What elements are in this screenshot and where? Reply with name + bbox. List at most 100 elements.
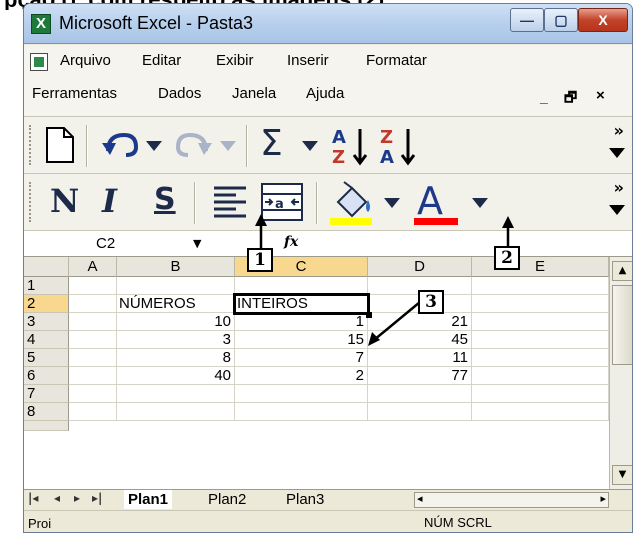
cell-c5[interactable]: 7	[235, 349, 368, 367]
doc-close-button[interactable]: ×	[596, 87, 605, 104]
grid-cell[interactable]	[472, 367, 609, 385]
cell-b2[interactable]: NÚMEROS	[117, 295, 235, 313]
insert-function-icon[interactable]: fx	[284, 234, 298, 250]
toolbar-grip[interactable]	[29, 182, 35, 222]
menu-janela[interactable]: Janela	[232, 85, 276, 102]
grid-cell[interactable]	[235, 385, 368, 403]
grid-cell[interactable]	[117, 385, 235, 403]
new-document-icon[interactable]	[44, 125, 76, 165]
cell-c3[interactable]: 1	[235, 313, 368, 331]
toolbar-grip[interactable]	[29, 125, 35, 165]
doc-minimize-button[interactable]: _	[540, 89, 548, 105]
vertical-scrollbar[interactable]: ▲ ▼	[609, 257, 632, 489]
grid-cell[interactable]	[472, 295, 609, 313]
underline-button[interactable]: S	[154, 182, 176, 217]
menu-arquivo[interactable]: Arquivo	[60, 52, 111, 69]
cell-b6[interactable]: 40	[117, 367, 235, 385]
prev-sheet-icon[interactable]: ◂	[54, 491, 60, 505]
vertical-scroll-thumb[interactable]	[612, 285, 632, 365]
grid-cell[interactable]	[69, 313, 117, 331]
grid-cell[interactable]	[472, 313, 609, 331]
grid-cell[interactable]	[69, 367, 117, 385]
grid-cell[interactable]	[472, 331, 609, 349]
next-sheet-icon[interactable]: ▸	[74, 491, 80, 505]
toolbar-options-dropdown-icon[interactable]	[608, 204, 626, 216]
italic-button[interactable]: I	[102, 182, 117, 220]
menu-ferramentas[interactable]: Ferramentas	[32, 85, 117, 102]
row-header-8[interactable]: 8	[24, 403, 69, 421]
grid-cell[interactable]	[69, 277, 117, 295]
menu-formatar[interactable]: Formatar	[366, 52, 427, 69]
doc-restore-button[interactable]: 🗗	[564, 87, 577, 111]
scroll-up-icon[interactable]: ▲	[612, 261, 632, 281]
scroll-right-icon[interactable]: ▸	[600, 492, 606, 505]
grid-cell[interactable]	[472, 277, 609, 295]
grid-cell[interactable]	[472, 349, 609, 367]
cell-d3[interactable]: 21	[368, 313, 472, 331]
name-box-dropdown-icon[interactable]: ▼	[193, 237, 201, 250]
grid-cell[interactable]	[472, 385, 609, 403]
grid-cell[interactable]	[69, 403, 117, 421]
toolbar-options-icon[interactable]: »	[614, 178, 624, 197]
grid-cell[interactable]	[472, 403, 609, 421]
cell-b3[interactable]: 10	[117, 313, 235, 331]
sheet-tab-plan1[interactable]: Plan1	[124, 490, 173, 509]
column-header-a[interactable]: A	[69, 257, 117, 277]
column-header-d[interactable]: D	[368, 257, 472, 277]
cell-d4[interactable]: 45	[368, 331, 472, 349]
row-header-7[interactable]: 7	[24, 385, 69, 403]
cell-c4[interactable]: 15	[235, 331, 368, 349]
grid-cell[interactable]	[117, 403, 235, 421]
column-header-b[interactable]: B	[117, 257, 235, 277]
cell-d5[interactable]: 11	[368, 349, 472, 367]
sort-ascending-icon[interactable]: A Z	[330, 125, 370, 167]
bold-button[interactable]: N	[50, 182, 79, 220]
toolbar-options-dropdown-icon[interactable]	[608, 147, 626, 159]
grid-cell[interactable]	[117, 277, 235, 295]
merge-and-center-icon[interactable]: a	[260, 182, 304, 222]
document-icon[interactable]	[30, 53, 48, 71]
grid-cell[interactable]	[69, 295, 117, 313]
row-header-6[interactable]: 6	[24, 367, 69, 385]
scroll-down-icon[interactable]: ▼	[612, 465, 632, 485]
scroll-left-icon[interactable]: ◂	[417, 492, 423, 505]
grid-cell[interactable]	[69, 349, 117, 367]
font-color-dropdown-icon[interactable]	[470, 196, 490, 210]
grid-cell[interactable]	[368, 385, 472, 403]
fill-color-dropdown-icon[interactable]	[382, 196, 402, 210]
grid-cell[interactable]	[69, 385, 117, 403]
font-color-icon[interactable]: A	[412, 180, 460, 226]
autosum-dropdown-icon[interactable]	[300, 139, 320, 153]
horizontal-scrollbar[interactable]: ◂ ▸	[414, 492, 609, 508]
title-bar[interactable]: X Microsoft Excel - Pasta3 — ▢ X	[24, 4, 632, 44]
cell-c6[interactable]: 2	[235, 367, 368, 385]
row-header-9[interactable]	[24, 421, 69, 431]
select-all-corner[interactable]	[24, 257, 69, 277]
menu-dados[interactable]: Dados	[158, 85, 201, 102]
excel-app-icon[interactable]: X	[31, 14, 51, 34]
fill-handle[interactable]	[366, 312, 372, 318]
row-header-1[interactable]: 1	[24, 277, 69, 295]
grid-cell[interactable]	[368, 403, 472, 421]
first-sheet-icon[interactable]: |◂	[28, 491, 38, 505]
undo-icon[interactable]	[100, 129, 140, 159]
autosum-icon[interactable]: Σ	[260, 123, 283, 164]
worksheet-grid[interactable]: A B C D E 1 2 3 4 5 6 7 8 NÚMEROS INTEIR…	[24, 257, 609, 489]
menu-exibir[interactable]: Exibir	[216, 52, 254, 69]
sort-descending-icon[interactable]: Z A	[378, 125, 418, 167]
menu-editar[interactable]: Editar	[142, 52, 181, 69]
sheet-tab-plan2[interactable]: Plan2	[204, 490, 250, 509]
column-header-e[interactable]: E	[472, 257, 609, 277]
grid-cell[interactable]	[235, 277, 368, 295]
close-button[interactable]: X	[578, 8, 628, 32]
row-header-2[interactable]: 2	[24, 295, 69, 313]
row-header-5[interactable]: 5	[24, 349, 69, 367]
grid-cell[interactable]	[235, 403, 368, 421]
grid-cell[interactable]	[69, 331, 117, 349]
sheet-tab-plan3[interactable]: Plan3	[282, 490, 328, 509]
row-header-4[interactable]: 4	[24, 331, 69, 349]
toolbar-options-icon[interactable]: »	[614, 121, 624, 140]
fill-color-icon[interactable]	[328, 180, 374, 226]
cell-b4[interactable]: 3	[117, 331, 235, 349]
row-header-3[interactable]: 3	[24, 313, 69, 331]
